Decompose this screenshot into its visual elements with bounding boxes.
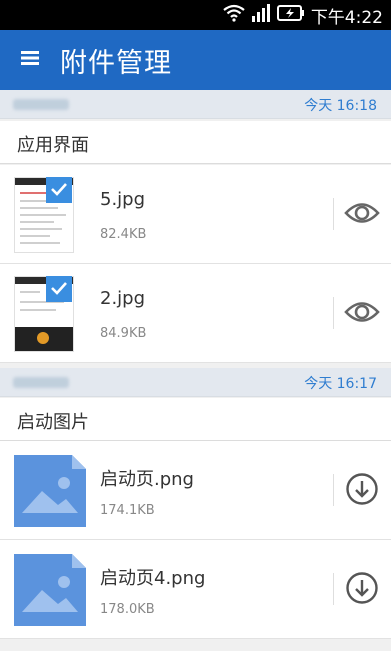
eye-icon	[344, 299, 380, 329]
group-time: 今天 16:18	[304, 98, 377, 114]
file-name: 5.jpg	[100, 189, 146, 210]
divider	[333, 573, 334, 605]
image-file-icon	[14, 455, 86, 527]
check-icon	[50, 280, 68, 299]
file-size: 84.9KB	[100, 326, 147, 341]
section-header: 启动图片	[0, 398, 391, 441]
download-icon	[345, 571, 379, 609]
battery-icon	[276, 5, 305, 25]
page-title: 附件管理	[60, 47, 172, 79]
group-time: 今天 16:17	[304, 376, 377, 392]
divider	[333, 474, 334, 506]
file-name: 2.jpg	[100, 288, 146, 309]
image-file-icon	[14, 554, 86, 626]
file-row[interactable]: 启动页.png 174.1KB	[0, 441, 391, 540]
file-row[interactable]: 5.jpg 82.4KB	[0, 165, 391, 264]
preview-button[interactable]	[340, 292, 384, 336]
section-title: 启动图片	[17, 412, 89, 433]
selected-checkbox[interactable]	[46, 276, 72, 302]
file-size: 178.0KB	[100, 602, 155, 617]
file-row[interactable]: 启动页4.png 178.0KB	[0, 540, 391, 639]
sender-name-redacted	[13, 99, 69, 110]
divider	[333, 297, 334, 329]
download-button[interactable]	[340, 469, 384, 513]
check-icon	[50, 181, 68, 200]
file-size: 82.4KB	[100, 227, 147, 242]
status-time: 下午4:22	[310, 7, 383, 28]
file-name: 启动页.png	[100, 469, 194, 490]
wifi-icon	[223, 4, 245, 26]
file-name: 启动页4.png	[100, 568, 206, 589]
download-icon	[345, 472, 379, 510]
status-bar: 下午4:22	[0, 0, 391, 30]
download-button[interactable]	[340, 568, 384, 612]
divider	[333, 198, 334, 230]
preview-button[interactable]	[340, 193, 384, 237]
menu-button[interactable]	[0, 30, 60, 90]
selected-checkbox[interactable]	[46, 177, 72, 203]
section-header: 应用界面	[0, 121, 391, 164]
hamburger-menu-icon	[21, 50, 39, 70]
sender-name-redacted	[13, 377, 69, 388]
signal-icon	[251, 3, 271, 27]
app-bar: 附件管理	[0, 30, 391, 90]
file-size: 174.1KB	[100, 503, 155, 518]
file-row[interactable]: 2.jpg 84.9KB	[0, 264, 391, 363]
group-header: 今天 16:18	[0, 90, 391, 119]
eye-icon	[344, 200, 380, 230]
section-title: 应用界面	[17, 135, 89, 156]
group-header: 今天 16:17	[0, 368, 391, 397]
